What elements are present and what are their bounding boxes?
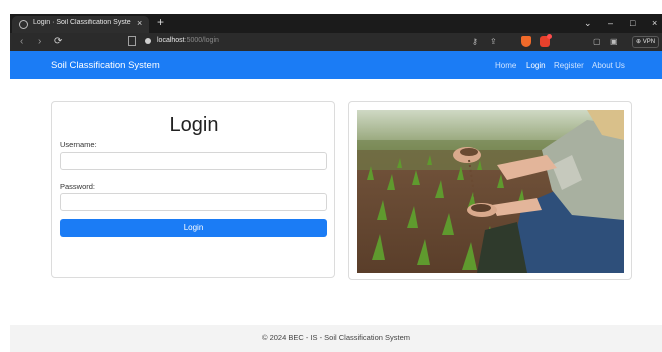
minimize-icon[interactable]: – xyxy=(608,16,613,30)
url-field[interactable]: localhost:5000/login xyxy=(157,37,219,44)
browser-window: Login · Soil Classification Syste × + ⌄ … xyxy=(0,0,662,352)
login-button[interactable]: Login xyxy=(60,219,327,237)
password-input[interactable] xyxy=(60,193,327,211)
bookmark-icon[interactable] xyxy=(128,36,136,46)
login-title: Login xyxy=(169,114,219,136)
reload-icon[interactable]: ⟳ xyxy=(54,35,62,48)
tab-title: Login · Soil Classification Syste xyxy=(33,19,131,26)
nav-link-register[interactable]: Register xyxy=(554,61,584,70)
new-tab-icon[interactable]: + xyxy=(157,15,164,30)
app-navbar: Soil Classification System Home Login Re… xyxy=(10,51,662,79)
login-card: Login Username: Password: Login xyxy=(51,101,335,278)
site-info-icon[interactable] xyxy=(145,38,151,44)
close-window-icon[interactable]: × xyxy=(652,16,657,30)
browser-tab-bar: Login · Soil Classification Syste × + ⌄ … xyxy=(10,14,662,33)
key-icon[interactable]: ⚷ xyxy=(472,36,478,48)
left-margin xyxy=(0,0,10,352)
browser-tab-login[interactable]: Login · Soil Classification Syste × xyxy=(12,16,149,33)
maximize-icon[interactable]: □ xyxy=(630,16,635,30)
forward-icon[interactable]: › xyxy=(38,35,41,48)
notification-badge xyxy=(547,34,552,39)
password-label: Password: xyxy=(60,182,96,191)
nav-link-login[interactable]: Login xyxy=(526,61,546,70)
wallet-icon[interactable]: ▣ xyxy=(610,36,618,48)
nav-link-home[interactable]: Home xyxy=(495,61,516,70)
username-input[interactable] xyxy=(60,152,327,170)
brave-shield-icon[interactable] xyxy=(521,36,531,47)
back-icon[interactable]: ‹ xyxy=(20,35,23,48)
address-bar-row: ‹ › ⟳ localhost:5000/login ⚷ ⇪ ▢ ▣ ⊕ VPN xyxy=(10,33,662,51)
sidebar-icon[interactable]: ▢ xyxy=(593,36,601,48)
brand-link[interactable]: Soil Classification System xyxy=(51,60,160,71)
nav-link-about-us[interactable]: About Us xyxy=(592,61,625,70)
farmer-holding-soil-photo xyxy=(357,110,624,273)
footer: © 2024 BEC - IS - Soil Classification Sy… xyxy=(10,325,662,352)
tab-search-chevron-icon[interactable]: ⌄ xyxy=(584,16,592,30)
field-illustration xyxy=(357,110,624,273)
url-host: localhost xyxy=(157,37,185,44)
username-label: Username: xyxy=(60,140,97,149)
vpn-button[interactable]: ⊕ VPN xyxy=(632,36,660,48)
url-path: :5000/login xyxy=(184,37,219,44)
image-card xyxy=(348,101,632,280)
footer-text: © 2024 BEC - IS - Soil Classification Sy… xyxy=(261,333,411,342)
tab-close-icon[interactable]: × xyxy=(137,18,142,29)
globe-icon xyxy=(19,20,28,29)
share-icon[interactable]: ⇪ xyxy=(490,36,497,48)
